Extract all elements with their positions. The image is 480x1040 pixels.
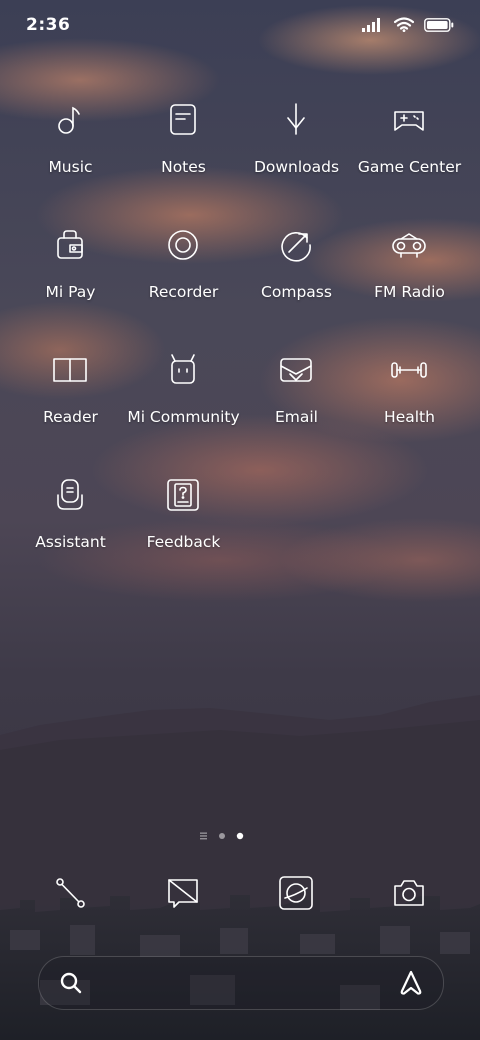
app-mi-community[interactable]: Mi Community xyxy=(127,350,240,460)
page-dot[interactable] xyxy=(219,833,225,839)
page-dot-active[interactable] xyxy=(236,832,244,840)
mi-bunny-icon xyxy=(163,350,203,390)
search-bar[interactable] xyxy=(38,956,444,1010)
dumbbell-icon xyxy=(389,350,429,390)
message-icon[interactable] xyxy=(165,875,201,911)
app-assistant[interactable]: Assistant xyxy=(14,475,127,585)
browser-icon[interactable] xyxy=(278,875,314,911)
search-icon[interactable] xyxy=(59,971,83,995)
page-indicator xyxy=(0,828,480,842)
wallet-icon xyxy=(50,225,90,265)
open-book-icon xyxy=(50,350,90,390)
app-recorder[interactable]: Recorder xyxy=(127,225,240,335)
app-label: FM Radio xyxy=(374,283,445,301)
status-time: 2:36 xyxy=(26,15,71,35)
app-notes[interactable]: Notes xyxy=(127,100,240,210)
app-health[interactable]: Health xyxy=(353,350,466,460)
wifi-icon xyxy=(394,17,414,32)
envelope-icon xyxy=(276,350,316,390)
phone-icon[interactable] xyxy=(52,875,88,911)
page-list-indicator-icon[interactable] xyxy=(200,832,207,840)
compass-icon xyxy=(276,225,316,265)
app-label: Game Center xyxy=(357,158,462,176)
assistant-icon xyxy=(50,475,90,515)
radio-icon xyxy=(389,225,429,265)
app-reader[interactable]: Reader xyxy=(14,350,127,460)
app-fm-radio[interactable]: FM Radio xyxy=(353,225,466,335)
app-game-center[interactable]: Game Center xyxy=(353,100,466,210)
app-compass[interactable]: Compass xyxy=(240,225,353,335)
record-circle-icon xyxy=(163,225,203,265)
app-label: Feedback xyxy=(146,533,221,551)
app-downloads[interactable]: Downloads xyxy=(240,100,353,210)
app-mi-pay[interactable]: Mi Pay xyxy=(14,225,127,335)
app-label: Health xyxy=(384,408,435,426)
app-feedback[interactable]: Feedback xyxy=(127,475,240,585)
music-note-icon xyxy=(50,100,90,140)
app-email[interactable]: Email xyxy=(240,350,353,460)
battery-icon xyxy=(424,17,454,32)
feedback-icon xyxy=(163,475,203,515)
status-bar: 2:36 xyxy=(0,0,480,52)
app-vault-icon[interactable] xyxy=(397,969,425,997)
gamepad-icon xyxy=(389,100,429,140)
signal-icon xyxy=(362,17,380,32)
download-arrow-icon xyxy=(276,100,316,140)
camera-icon[interactable] xyxy=(391,875,427,911)
notes-icon xyxy=(163,100,203,140)
app-music[interactable]: Music xyxy=(14,100,127,210)
